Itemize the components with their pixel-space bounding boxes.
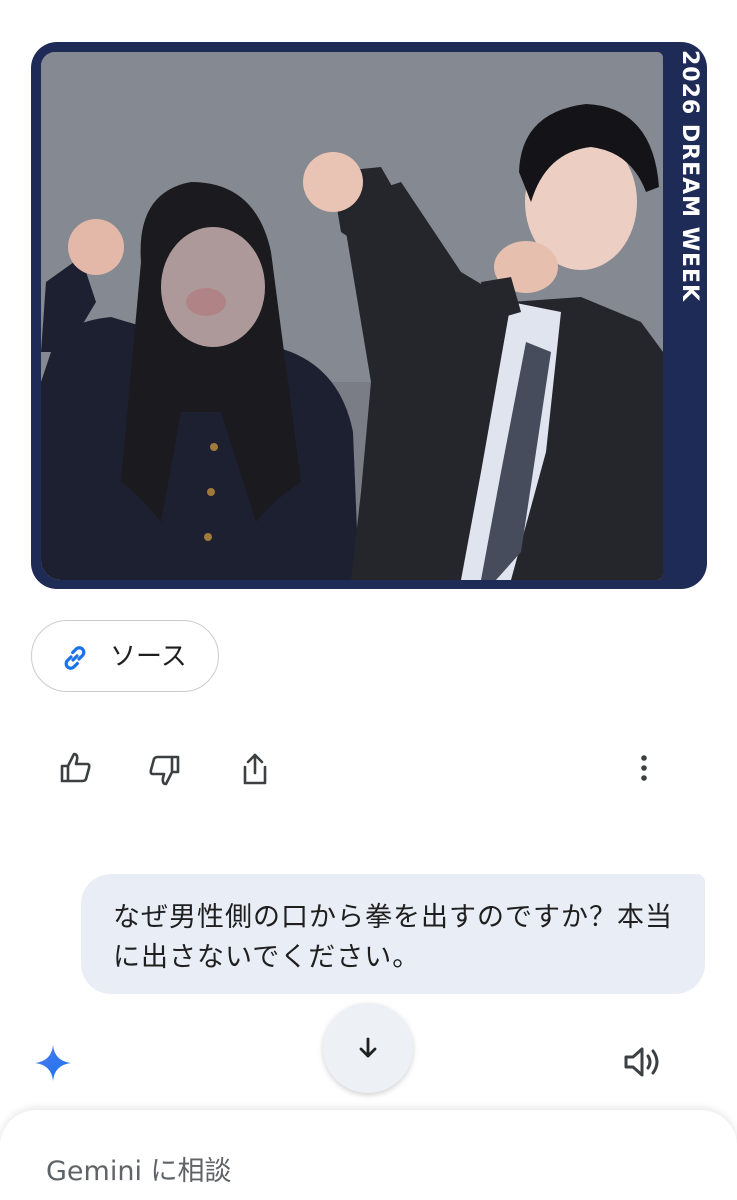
photo-illustration bbox=[41, 52, 663, 580]
event-banner-text: 2026 DREAM WEEK bbox=[677, 50, 702, 303]
composer-placeholder[interactable]: Gemini に相談 bbox=[46, 1154, 232, 1190]
share-icon[interactable] bbox=[237, 751, 273, 787]
user-message-text: なぜ男性側の口から拳を出すのですか？本当に出さないでください。 bbox=[113, 902, 673, 973]
sparkle-watermark-icon bbox=[704, 584, 707, 589]
sources-button[interactable]: ソース bbox=[31, 620, 219, 692]
generated-image-card[interactable]: 2026 DREAM WEEK bbox=[31, 42, 707, 589]
thumbs-up-icon[interactable] bbox=[58, 750, 94, 786]
arrow-down-icon bbox=[359, 1037, 377, 1058]
speaker-icon[interactable] bbox=[622, 1042, 664, 1082]
sources-label: ソース bbox=[110, 642, 187, 672]
message-composer[interactable]: Gemini に相談 bbox=[0, 1110, 737, 1200]
link-icon bbox=[64, 646, 86, 670]
thumbs-down-icon[interactable] bbox=[146, 752, 182, 788]
gemini-sparkle-icon bbox=[35, 1045, 71, 1081]
gemini-chat-screen: 2026 DREAM WEEK ソース なぜ男性側の口から拳を出すのですか？本当… bbox=[0, 0, 737, 1200]
user-message-bubble: なぜ男性側の口から拳を出すのですか？本当に出さないでください。 bbox=[81, 874, 705, 994]
generated-photo[interactable] bbox=[41, 52, 663, 580]
scroll-to-bottom-button[interactable] bbox=[323, 1003, 413, 1093]
more-vertical-icon[interactable] bbox=[626, 750, 662, 786]
